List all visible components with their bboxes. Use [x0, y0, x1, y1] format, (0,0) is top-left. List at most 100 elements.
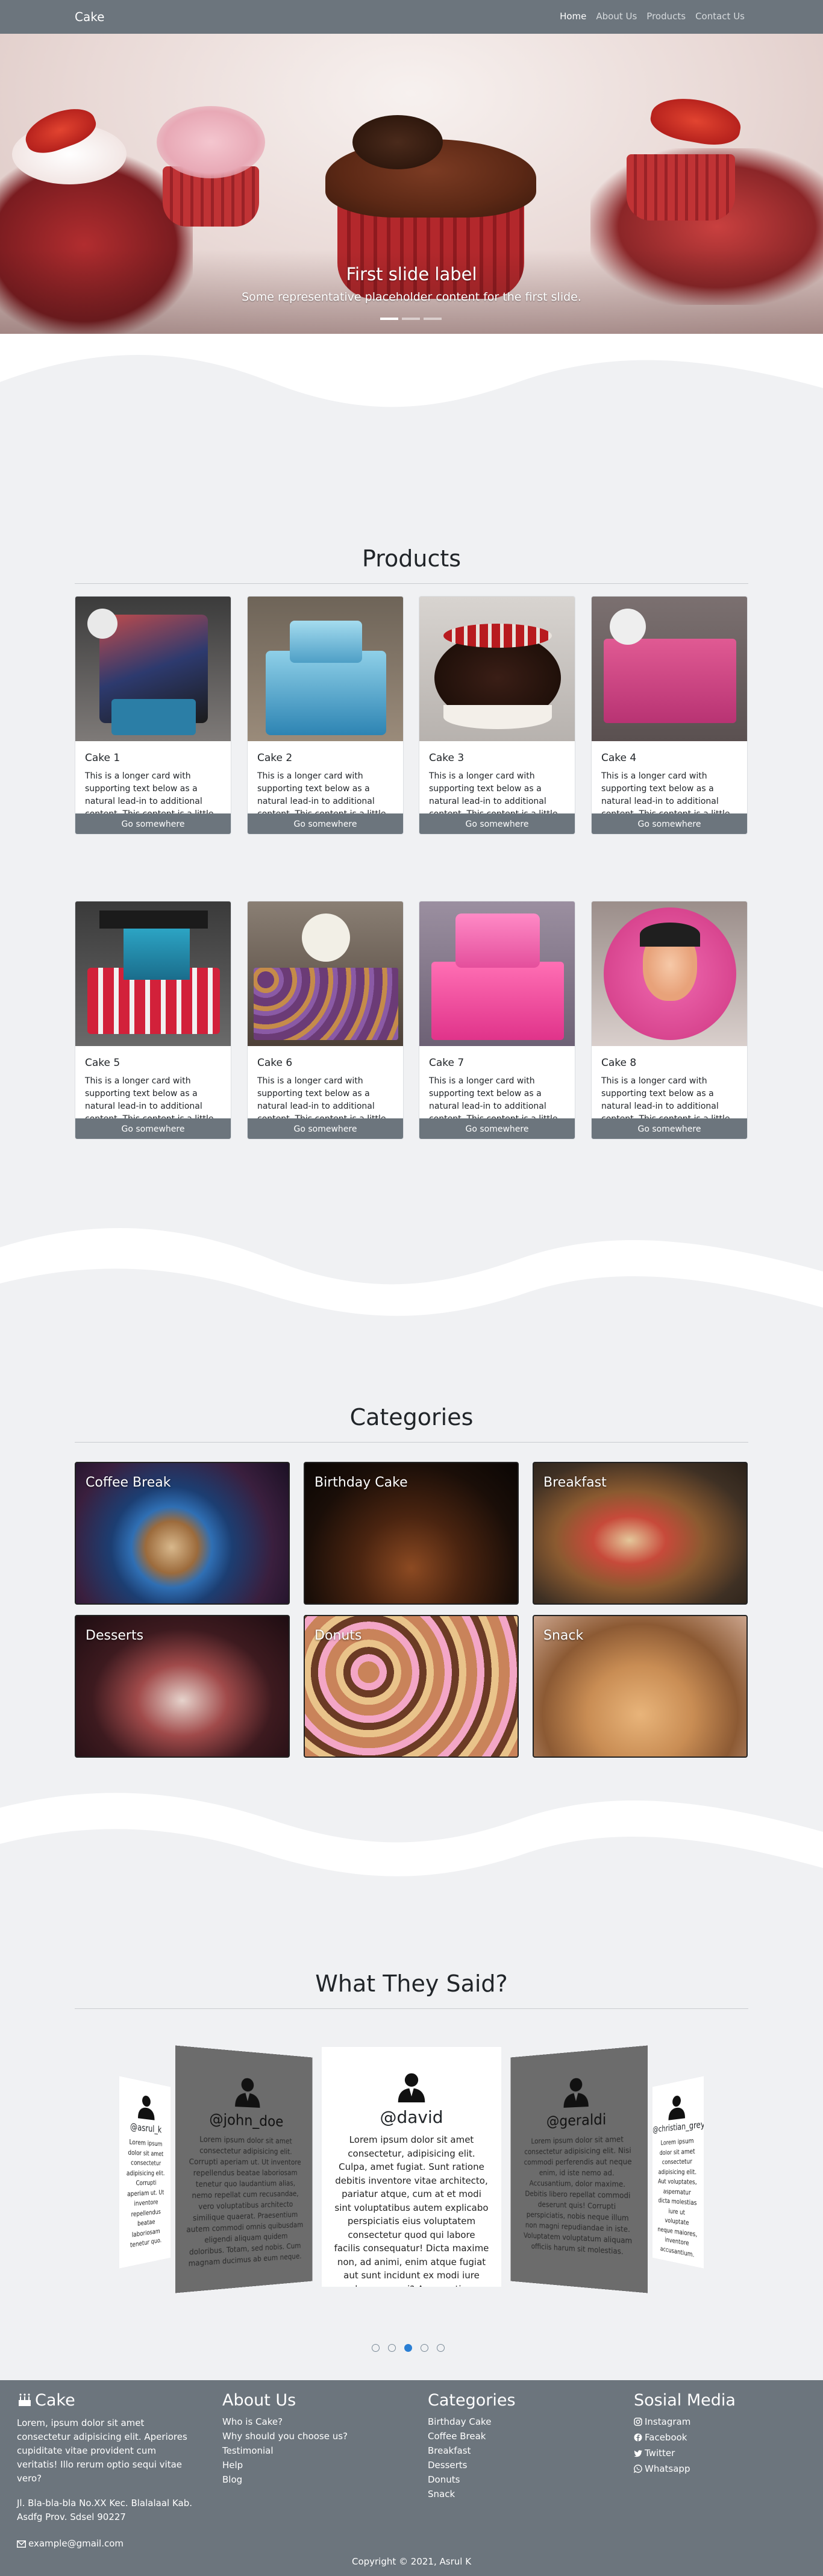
category-donuts[interactable]: Donuts [304, 1615, 519, 1758]
footer-link[interactable]: Breakfast [428, 2443, 516, 2458]
go-somewhere-button[interactable]: Go somewhere [419, 1118, 575, 1139]
footer-link[interactable]: Testimonial [222, 2443, 348, 2458]
categories-title: Categories [349, 1404, 474, 1431]
testimonial-card[interactable]: @john_doe Lorem ipsum dolor sit amet con… [175, 2045, 313, 2293]
product-card: Cake 4 This is a longer card with suppor… [591, 596, 748, 835]
footer-email-row[interactable]: example@gmail.com [17, 2536, 198, 2552]
product-card: Cake 7 This is a longer card with suppor… [419, 901, 575, 1139]
testimonial-card[interactable]: @geraldi Lorem ipsum dolor sit amet cons… [510, 2045, 648, 2293]
user-avatar-icon [668, 2092, 686, 2120]
nav-link-products[interactable]: Products [646, 11, 686, 22]
pagination-dot-active[interactable] [404, 2344, 412, 2352]
footer-link[interactable]: Coffee Break [428, 2429, 516, 2443]
navbar: Cake Home About Us Products Contact Us [0, 0, 823, 34]
category-label: Desserts [86, 1628, 144, 1643]
footer-about-title: About Us [222, 2391, 296, 2410]
whatsapp-icon [633, 2463, 642, 2477]
footer-link[interactable]: Help [222, 2458, 348, 2472]
hero-cookie-topping [352, 115, 443, 169]
footer-social-whatsapp[interactable]: Whatsapp [633, 2462, 736, 2477]
nav-link-contact-us[interactable]: Contact Us [695, 11, 745, 22]
products-divider [75, 583, 748, 584]
navbar-links: Home About Us Products Contact Us [560, 11, 745, 22]
product-image [419, 597, 575, 741]
facebook-icon [634, 2431, 642, 2446]
go-somewhere-button[interactable]: Go somewhere [248, 1118, 403, 1139]
testimonial-text: Lorem ipsum dolor sit amet consectetur a… [186, 2135, 304, 2268]
categories-divider [75, 1442, 748, 1443]
footer-link[interactable]: Snack [428, 2487, 516, 2501]
go-somewhere-button[interactable]: Go somewhere [592, 1118, 747, 1139]
hero-carousel[interactable] [0, 34, 823, 334]
carousel-indicator[interactable] [424, 318, 442, 320]
footer-social-title: Sosial Media [634, 2391, 736, 2410]
go-somewhere-button[interactable]: Go somewhere [75, 1118, 231, 1139]
category-breakfast[interactable]: Breakfast [533, 1462, 748, 1605]
user-avatar-icon [233, 2075, 261, 2108]
testimonial-name: @david [380, 2107, 443, 2127]
product-card: Cake 8 This is a longer card with suppor… [591, 901, 748, 1139]
user-avatar-icon [396, 2071, 427, 2102]
product-image [75, 901, 231, 1046]
go-somewhere-button[interactable]: Go somewhere [75, 813, 231, 834]
product-image [592, 597, 747, 741]
testimonial-card[interactable]: @christian_grey Lorem ipsum dolor sit am… [652, 2076, 704, 2269]
testimonial-card[interactable]: @asrul_k Lorem ipsum dolor sit amet cons… [119, 2076, 171, 2269]
product-image [419, 901, 575, 1046]
products-title: Products [361, 545, 462, 572]
go-somewhere-button[interactable]: Go somewhere [419, 813, 575, 834]
navbar-brand[interactable]: Cake [75, 10, 104, 24]
pagination-dot[interactable] [437, 2344, 445, 2352]
wave-divider [0, 1793, 823, 1876]
footer-link[interactable]: Birthday Cake [428, 2415, 516, 2429]
go-somewhere-button[interactable]: Go somewhere [248, 813, 403, 834]
carousel-indicator[interactable] [380, 318, 398, 320]
hero-cupcake-back-right [627, 154, 735, 221]
pagination-dot[interactable] [372, 2344, 380, 2352]
footer-social-instagram[interactable]: Instagram [634, 2415, 736, 2430]
footer-email[interactable]: example@gmail.com [28, 2538, 124, 2549]
pagination-dot[interactable] [388, 2344, 396, 2352]
product-image [248, 901, 403, 1046]
product-card: Cake 2 This is a longer card with suppor… [247, 596, 404, 835]
category-birthday-cake[interactable]: Birthday Cake [304, 1462, 519, 1605]
footer-brand-title: Cake [35, 2391, 75, 2410]
wave-divider [0, 1227, 823, 1316]
footer-brand-text: Lorem, ipsum dolor sit amet consectetur … [17, 2418, 187, 2484]
envelope-icon [17, 2537, 26, 2552]
card-title: Cake 5 [85, 1057, 120, 1069]
hero-strawberry-right [648, 92, 744, 150]
carousel-indicators [380, 318, 442, 320]
footer-link[interactable]: Desserts [428, 2458, 516, 2472]
twitter-icon [634, 2447, 642, 2462]
nav-link-about-us[interactable]: About Us [596, 11, 637, 22]
footer-social-label: Twitter [645, 2448, 675, 2458]
nav-link-home[interactable]: Home [560, 11, 586, 22]
testimonial-card-active[interactable]: @david Lorem ipsum dolor sit amet consec… [322, 2047, 501, 2287]
testimonial-text: Lorem ipsum dolor sit amet consectetur a… [126, 2137, 165, 2249]
hero-caption-text: Some representative placeholder content … [242, 290, 581, 304]
card-title: Cake 1 [85, 752, 120, 764]
footer-link[interactable]: Why should you choose us? [222, 2429, 348, 2443]
footer-link[interactable]: Who is Cake? [222, 2415, 348, 2429]
footer-brand-heading: Cake [17, 2391, 198, 2411]
category-label: Snack [543, 1628, 584, 1643]
go-somewhere-button[interactable]: Go somewhere [592, 813, 747, 834]
category-snack[interactable]: Snack [533, 1615, 748, 1758]
carousel-indicator[interactable] [402, 318, 420, 320]
footer-social-label: Whatsapp [645, 2463, 690, 2474]
category-desserts[interactable]: Desserts [75, 1615, 290, 1758]
product-image [592, 901, 747, 1046]
footer-social-facebook[interactable]: Facebook [634, 2430, 736, 2446]
product-card: Cake 5 This is a longer card with suppor… [75, 901, 231, 1139]
pagination-dot[interactable] [421, 2344, 428, 2352]
card-title: Cake 2 [257, 752, 293, 764]
footer-link[interactable]: Blog [222, 2472, 348, 2487]
footer-link[interactable]: Donuts [428, 2472, 516, 2487]
footer-social-column: Sosial Media Instagram Facebook Twitter … [633, 2391, 736, 2477]
footer-social-twitter[interactable]: Twitter [634, 2446, 736, 2462]
card-title: Cake 8 [601, 1057, 637, 1069]
category-coffee-break[interactable]: Coffee Break [75, 1462, 290, 1605]
product-card: Cake 1 This is a longer card with suppor… [75, 596, 231, 835]
testimonial-text: Lorem ipsum dolor sit amet consectetur a… [524, 2135, 633, 2256]
